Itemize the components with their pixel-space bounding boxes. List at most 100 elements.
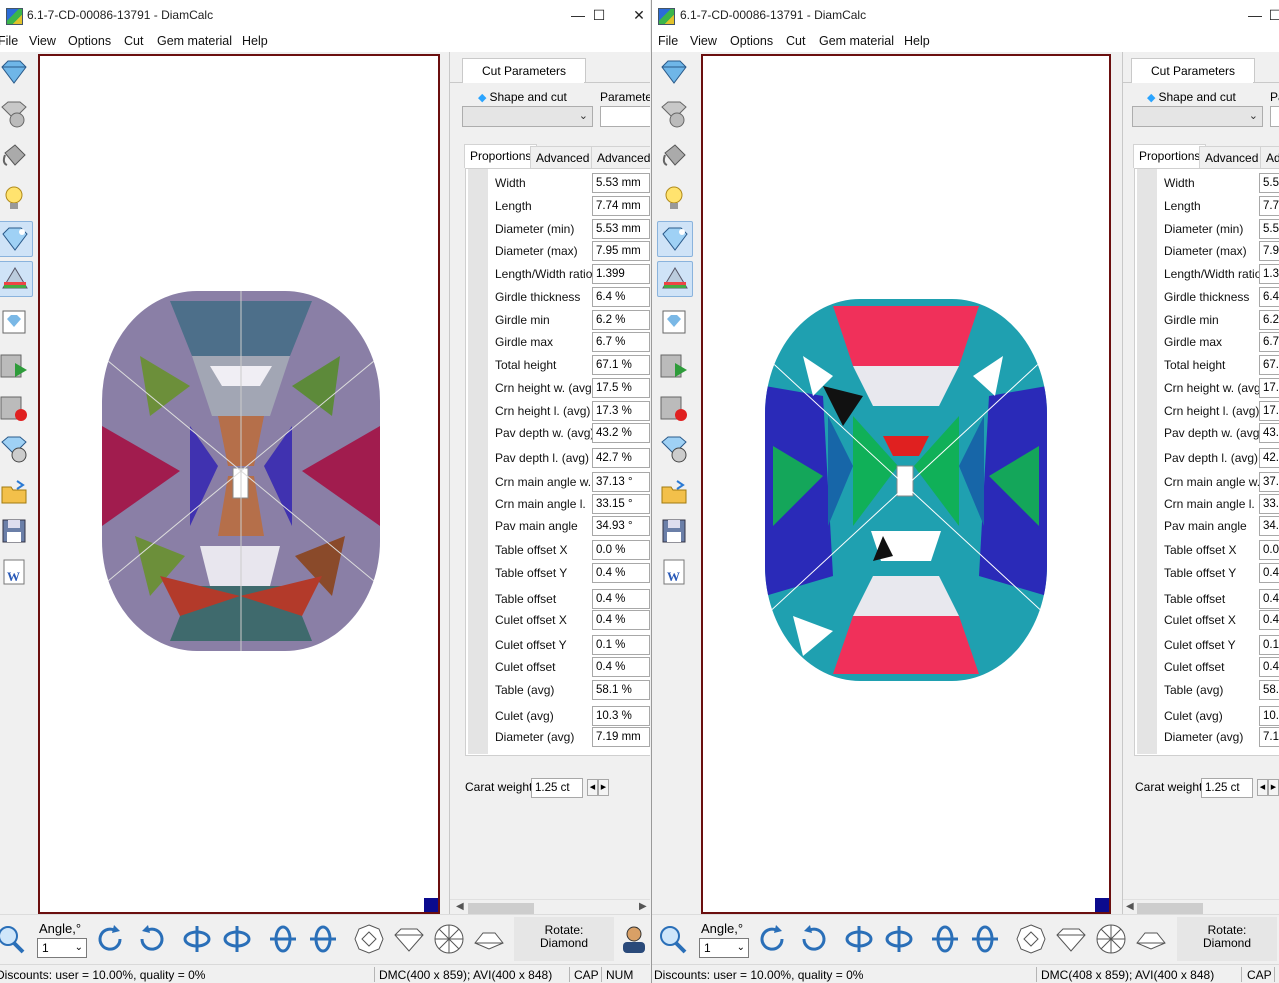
property-value-field[interactable]: 34. xyxy=(1259,516,1279,536)
scrollbar-thumb[interactable] xyxy=(468,903,534,914)
rotate-left-icon[interactable] xyxy=(757,923,789,955)
property-value-field[interactable]: 10.3 % xyxy=(592,706,650,726)
word-export-icon[interactable]: W xyxy=(657,555,691,589)
property-value-field[interactable]: 7.19 mm xyxy=(592,727,650,747)
property-value-field[interactable]: 37. xyxy=(1259,472,1279,492)
property-value-field[interactable]: 7.1 xyxy=(1259,727,1279,747)
tab-advanced-2[interactable]: Advanced xyxy=(591,146,650,168)
flip-horizontal-back-icon[interactable] xyxy=(221,923,253,955)
close-button[interactable]: ✕ xyxy=(616,0,650,30)
shape-and-cut-dropdown[interactable]: ⌄ xyxy=(462,106,593,127)
side-view-icon[interactable] xyxy=(1055,923,1087,955)
zoom-magnifier-icon[interactable] xyxy=(0,923,26,955)
flip-horizontal-icon[interactable] xyxy=(181,923,213,955)
flip-vertical-back-icon[interactable] xyxy=(969,923,1001,955)
carat-decrease-button[interactable]: ◀ xyxy=(1257,779,1268,796)
diamond-wheel-icon[interactable] xyxy=(0,432,31,466)
open-folder-icon[interactable] xyxy=(0,475,31,509)
property-value-field[interactable]: 5.5 xyxy=(1259,219,1279,239)
menu-view[interactable]: View xyxy=(29,34,56,48)
property-value-field[interactable]: 0.4 % xyxy=(592,563,650,583)
property-value-field[interactable]: 5.5 xyxy=(1259,173,1279,193)
menu-options[interactable]: Options xyxy=(68,34,111,48)
property-value-field[interactable]: 42. xyxy=(1259,448,1279,468)
property-value-field[interactable]: 0.0 % xyxy=(592,540,650,560)
menu-cut[interactable]: Cut xyxy=(786,34,805,48)
property-value-field[interactable]: 10. xyxy=(1259,706,1279,726)
property-value-field[interactable]: 67.1 % xyxy=(592,355,650,375)
rotate-right-icon[interactable] xyxy=(135,923,167,955)
angle-dropdown[interactable]: 1 ⌄ xyxy=(37,938,87,958)
carat-weight-input[interactable]: 1.25 ct xyxy=(1201,778,1253,798)
light-bulb-icon[interactable] xyxy=(0,181,31,215)
property-value-field[interactable]: 6.7 % xyxy=(592,332,650,352)
parameters-field[interactable] xyxy=(1270,106,1279,127)
property-value-field[interactable]: 33. xyxy=(1259,494,1279,514)
property-value-field[interactable]: 0.4 % xyxy=(592,589,650,609)
property-value-field[interactable]: 0.1 % xyxy=(592,635,650,655)
side-view-icon[interactable] xyxy=(393,923,425,955)
property-value-field[interactable]: 17. xyxy=(1259,401,1279,421)
menu-view[interactable]: View xyxy=(690,34,717,48)
property-value-field[interactable]: 6.4 xyxy=(1259,287,1279,307)
property-value-field[interactable]: 34.93 ° xyxy=(592,516,650,536)
paint-bucket-icon[interactable] xyxy=(657,139,691,173)
flip-vertical-icon[interactable] xyxy=(929,923,961,955)
video-play-icon[interactable] xyxy=(657,349,691,383)
diamond-gray-icon[interactable] xyxy=(0,97,31,131)
angle-dropdown[interactable]: 1 ⌄ xyxy=(699,938,749,958)
tab-advanced[interactable]: Advanced xyxy=(530,146,596,168)
user-icon[interactable] xyxy=(618,923,650,955)
property-value-field[interactable]: 67. xyxy=(1259,355,1279,375)
flip-vertical-icon[interactable] xyxy=(267,923,299,955)
property-value-field[interactable]: 37.13 ° xyxy=(592,472,650,492)
property-value-field[interactable]: 17.3 % xyxy=(592,401,650,421)
report-icon[interactable] xyxy=(0,305,31,339)
flip-horizontal-icon[interactable] xyxy=(843,923,875,955)
property-value-field[interactable]: 5.53 mm xyxy=(592,219,650,239)
save-disk-icon[interactable] xyxy=(0,514,31,548)
maximize-button[interactable]: ☐ xyxy=(1265,0,1279,30)
tab-proportions[interactable]: Proportions xyxy=(1133,144,1207,168)
property-value-field[interactable]: 7.7 xyxy=(1259,196,1279,216)
property-value-field[interactable]: 33.15 ° xyxy=(592,494,650,514)
property-value-field[interactable]: 6.2 % xyxy=(592,310,650,330)
flip-vertical-back-icon[interactable] xyxy=(307,923,339,955)
property-value-field[interactable]: 17.5 % xyxy=(592,378,650,398)
bottom-view-icon[interactable] xyxy=(1095,923,1127,955)
carat-weight-input[interactable]: 1.25 ct xyxy=(531,778,583,798)
video-record-icon[interactable] xyxy=(657,391,691,425)
carat-decrease-button[interactable]: ◀ xyxy=(587,779,598,796)
diamond-viewport[interactable] xyxy=(38,54,440,914)
property-value-field[interactable]: 0.0 xyxy=(1259,540,1279,560)
top-view-icon[interactable] xyxy=(353,923,385,955)
tab-advanced[interactable]: Advanced xyxy=(1199,146,1265,168)
property-value-field[interactable]: 6.2 xyxy=(1259,310,1279,330)
property-value-field[interactable]: 43. xyxy=(1259,423,1279,443)
video-play-icon[interactable] xyxy=(0,349,31,383)
property-value-field[interactable]: 0.4 xyxy=(1259,563,1279,583)
rotate-left-icon[interactable] xyxy=(95,923,127,955)
scroll-left-icon[interactable]: ◀ xyxy=(1126,901,1134,912)
spectrum-icon[interactable] xyxy=(0,261,33,297)
bottom-view-icon[interactable] xyxy=(433,923,465,955)
property-value-field[interactable]: 43.2 % xyxy=(592,423,650,443)
tab-advanced-2[interactable]: Adv xyxy=(1260,146,1279,168)
property-value-field[interactable]: 7.74 mm xyxy=(592,196,650,216)
property-value-field[interactable]: 0.4 xyxy=(1259,589,1279,609)
parameters-field[interactable] xyxy=(600,106,650,127)
diamond-scan-icon[interactable] xyxy=(657,221,693,257)
menu-help[interactable]: Help xyxy=(904,34,930,48)
property-value-field[interactable]: 6.4 % xyxy=(592,287,650,307)
property-value-field[interactable]: 1.399 xyxy=(592,264,650,284)
diamond-wheel-icon[interactable] xyxy=(657,432,691,466)
tab-proportions[interactable]: Proportions xyxy=(464,144,538,168)
menu-gem-material[interactable]: Gem material xyxy=(819,34,894,48)
property-value-field[interactable]: 42.7 % xyxy=(592,448,650,468)
tab-cut-parameters[interactable]: Cut Parameters xyxy=(1131,58,1255,83)
word-export-icon[interactable]: W xyxy=(0,555,31,589)
paint-bucket-icon[interactable] xyxy=(0,139,31,173)
angled-view-icon[interactable] xyxy=(1135,923,1167,955)
property-value-field[interactable]: 58.1 % xyxy=(592,680,650,700)
menu-cut[interactable]: Cut xyxy=(124,34,143,48)
